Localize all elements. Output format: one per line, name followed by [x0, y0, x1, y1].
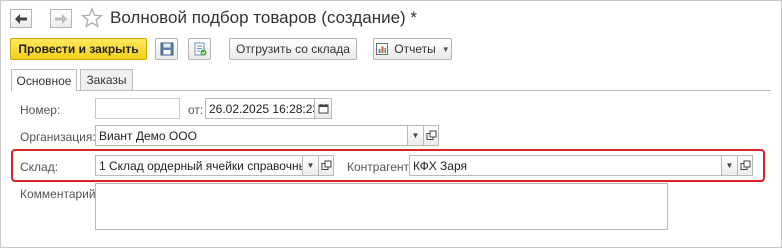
comment-textarea[interactable] [95, 183, 668, 230]
calendar-icon [318, 104, 328, 114]
calendar-button[interactable] [314, 98, 332, 119]
chevron-down-icon: ▼ [411, 131, 420, 140]
post-and-close-button[interactable]: Провести и закрыть [10, 38, 147, 60]
post-document-icon [194, 42, 206, 56]
organization-label: Организация: [20, 130, 96, 144]
reports-label: Отчеты [394, 42, 436, 56]
tab-main[interactable]: Основное [11, 69, 77, 91]
ship-from-warehouse-button[interactable]: Отгрузить со склада [229, 38, 357, 60]
number-label: Номер: [20, 103, 61, 117]
organization-input[interactable]: Виант Демо ООО [95, 125, 408, 146]
page-title: Волновой подбор товаров (создание) * [110, 8, 418, 27]
chevron-down-icon: ▼ [441, 44, 450, 54]
reports-dropdown-button[interactable]: Отчеты ▼ [373, 38, 452, 60]
forward-button[interactable] [50, 9, 72, 28]
post-document-button[interactable] [188, 38, 211, 60]
floppy-disk-icon [160, 42, 173, 56]
organization-dropdown-button[interactable]: ▼ [407, 125, 424, 146]
highlight-box [11, 149, 765, 182]
date-input[interactable]: 26.02.2025 16:28:23 [205, 98, 315, 119]
number-input[interactable] [95, 98, 180, 119]
tab-orders[interactable]: Заказы [80, 69, 133, 90]
arrow-left-icon [15, 13, 27, 24]
organization-open-button[interactable] [423, 125, 439, 146]
tab-divider [11, 90, 771, 91]
save-button[interactable] [155, 38, 178, 60]
arrow-right-icon [55, 13, 67, 24]
back-button[interactable] [10, 9, 32, 28]
comment-label: Комментарий: [20, 187, 99, 201]
report-icon [376, 43, 389, 55]
star-icon[interactable] [81, 7, 103, 29]
open-window-icon [426, 130, 436, 140]
date-label: от: [188, 103, 204, 117]
